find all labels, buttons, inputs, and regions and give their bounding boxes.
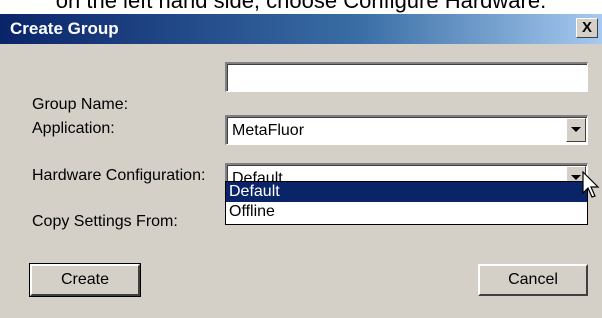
- copy-settings-label: Copy Settings From:: [32, 213, 178, 230]
- hardware-configuration-label: Hardware Configuration:: [32, 167, 206, 184]
- create-group-dialog: Create Group X Group Name: Application: …: [0, 14, 602, 318]
- create-button[interactable]: Create: [29, 263, 141, 297]
- title-bar: Create Group X: [0, 14, 602, 44]
- dropdown-option-default[interactable]: Default: [226, 182, 587, 202]
- close-button[interactable]: X: [576, 18, 598, 38]
- mouse-pointer-icon: [582, 171, 600, 198]
- hardware-dropdown-list: Default Offline: [225, 181, 588, 225]
- dropdown-option-offline[interactable]: Offline: [226, 202, 587, 222]
- dialog-title: Create Group: [10, 19, 119, 38]
- cancel-button[interactable]: Cancel: [478, 264, 588, 296]
- application-dropdown-button[interactable]: [566, 118, 586, 142]
- group-name-input[interactable]: [225, 62, 588, 92]
- application-value: MetaFluor: [232, 122, 305, 139]
- instruction-caption: on the left hand side, choose Configure …: [55, 0, 547, 13]
- application-label: Application:: [32, 120, 115, 137]
- application-select[interactable]: MetaFluor: [225, 115, 588, 145]
- group-name-label: Group Name:: [32, 96, 129, 113]
